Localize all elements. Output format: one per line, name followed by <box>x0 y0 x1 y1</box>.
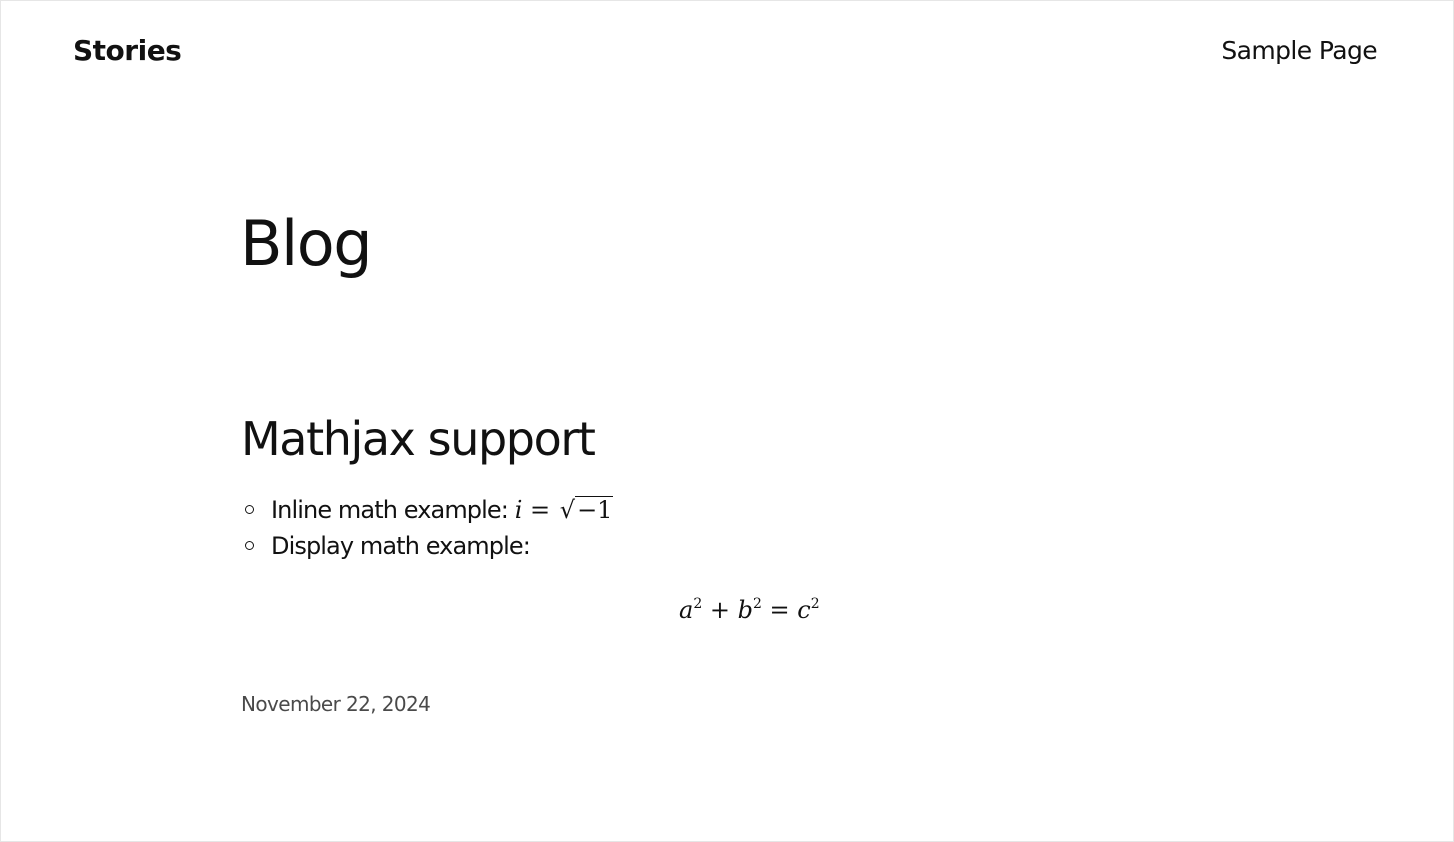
post-content-list: Inline math example: i = √−1 Display mat… <box>241 492 614 564</box>
page-frame <box>0 0 1454 842</box>
inline-math-formula: i = √−1 <box>514 496 614 524</box>
site-title[interactable]: Stories <box>73 33 182 69</box>
display-math-formula: a2 + b2 = c2 <box>679 596 820 624</box>
nav-link-sample-page[interactable]: Sample Page <box>1221 34 1377 68</box>
hollow-bullet-icon <box>245 541 254 550</box>
post-date: November 22, 2024 <box>241 692 431 716</box>
list-item: Display math example: <box>241 528 613 564</box>
hollow-bullet-icon <box>245 505 254 514</box>
inline-math-label: Inline math example: <box>271 496 509 524</box>
display-math-label: Display math example: <box>271 532 531 560</box>
post-title[interactable]: Mathjax support <box>241 410 596 468</box>
list-item: Inline math example: i = √−1 <box>241 492 614 528</box>
page-title: Blog <box>240 207 373 280</box>
